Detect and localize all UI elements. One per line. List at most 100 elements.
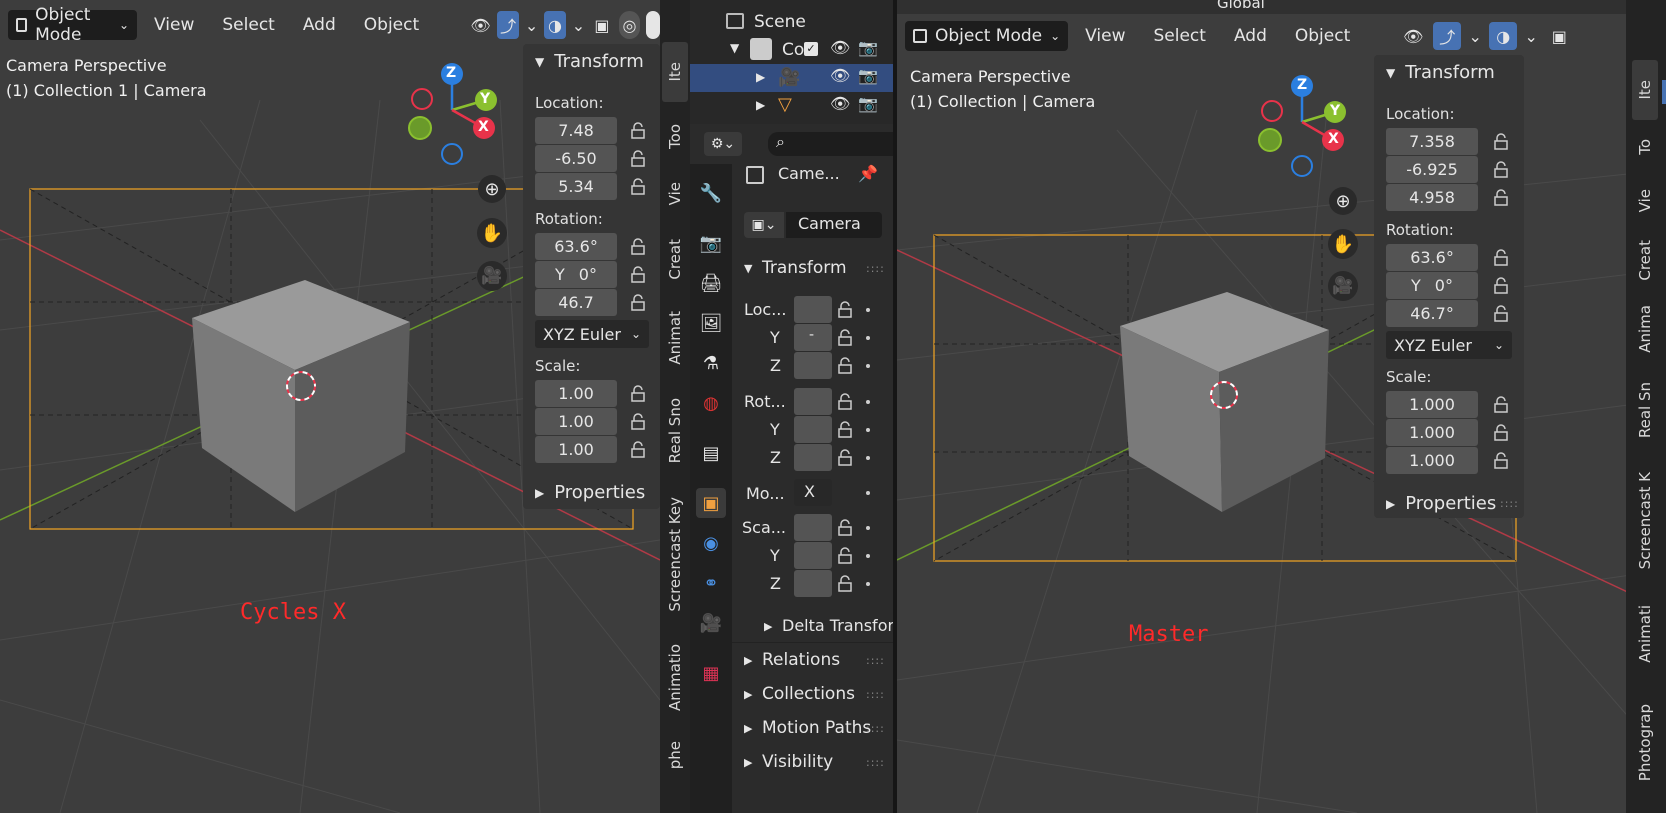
- outliner-collection-label[interactable]: Co: [782, 40, 804, 60]
- drag-handle-icon[interactable]: ::::: [866, 756, 885, 769]
- lock-icon[interactable]: [629, 122, 647, 140]
- editor-type-icon[interactable]: ⚙⌄: [704, 132, 742, 156]
- section-visibility[interactable]: Visibility: [762, 752, 833, 772]
- menu-object[interactable]: Object: [1284, 26, 1361, 46]
- lock-icon[interactable]: [1492, 305, 1510, 323]
- lock-icon[interactable]: [836, 449, 854, 467]
- pan-hand-icon[interactable]: ✋: [1328, 229, 1358, 259]
- outliner-scene-label[interactable]: Scene: [754, 12, 806, 32]
- rotation-mode-dropdown[interactable]: XYZ Euler ⌄: [535, 320, 649, 348]
- view-layer-tab-icon[interactable]: 🖼: [698, 310, 724, 336]
- tab-view[interactable]: Vie: [1632, 176, 1658, 226]
- scale-x-field[interactable]: 1.000: [1386, 391, 1478, 418]
- datablock-name-field[interactable]: Camera: [786, 212, 882, 238]
- constraints-tab-icon[interactable]: ⚭: [698, 570, 724, 596]
- visibility-eye-icon[interactable]: 👁: [470, 11, 492, 39]
- lock-icon[interactable]: [1492, 452, 1510, 470]
- location-y-field[interactable]: -6.925: [1386, 156, 1478, 183]
- render-camera-icon[interactable]: 📷: [858, 66, 878, 85]
- expand-arrow-icon[interactable]: ▼: [730, 41, 739, 55]
- scene-tab-icon[interactable]: ⚗: [698, 350, 724, 376]
- rotation-z-field[interactable]: 46.7: [535, 289, 617, 316]
- transform-panel-header[interactable]: ▼ Transform: [535, 51, 644, 72]
- lock-icon[interactable]: [629, 441, 647, 459]
- camera-view-icon[interactable]: 🎥: [1328, 271, 1358, 301]
- overlay-toggle-icon[interactable]: ◑: [544, 11, 566, 39]
- expand-arrow-icon[interactable]: ▶: [756, 98, 765, 112]
- menu-select[interactable]: Select: [211, 15, 285, 35]
- lock-icon[interactable]: [1492, 277, 1510, 295]
- lock-icon[interactable]: [629, 238, 647, 256]
- drag-handle-icon[interactable]: ::::: [866, 654, 885, 667]
- keyframe-dot-icon[interactable]: [866, 526, 870, 530]
- properties-panel-header[interactable]: ▶ Properties: [535, 482, 645, 503]
- tab-screencast-keys[interactable]: Screencast K: [1632, 456, 1658, 586]
- lock-icon[interactable]: [1492, 249, 1510, 267]
- section-relations[interactable]: Relations: [762, 650, 840, 670]
- menu-add[interactable]: Add: [292, 15, 347, 35]
- menu-object[interactable]: Object: [353, 15, 430, 35]
- scale-x-field[interactable]: [794, 514, 832, 541]
- lock-icon[interactable]: [629, 178, 647, 196]
- lock-icon[interactable]: [629, 150, 647, 168]
- tab-create[interactable]: Creat: [1632, 230, 1658, 290]
- expand-arrow-icon[interactable]: ▶: [756, 70, 765, 84]
- visibility-eye-icon[interactable]: 👁: [1399, 22, 1427, 50]
- tab-tool[interactable]: To: [1632, 122, 1658, 172]
- checkbox-icon[interactable]: ✓: [804, 42, 818, 56]
- eye-icon[interactable]: 👁: [830, 66, 850, 85]
- scale-z-field[interactable]: 1.000: [1386, 447, 1478, 474]
- scale-y-field[interactable]: [794, 542, 832, 569]
- pin-icon[interactable]: 📌: [858, 164, 878, 183]
- section-delta-transform[interactable]: Delta Transfor: [782, 616, 894, 635]
- datablock-browse-icon[interactable]: ▣⌄: [744, 212, 784, 238]
- eye-icon[interactable]: 👁: [830, 38, 850, 57]
- tab-view[interactable]: Vie: [662, 168, 688, 220]
- xray-toggle-icon[interactable]: ▣: [591, 11, 613, 39]
- menu-view[interactable]: View: [143, 15, 205, 35]
- rotation-z-field[interactable]: [794, 444, 832, 471]
- tab-animation[interactable]: Anima: [1632, 296, 1658, 362]
- render-camera-icon[interactable]: 📷: [858, 38, 878, 57]
- keyframe-dot-icon[interactable]: [866, 428, 870, 432]
- keyframe-dot-icon[interactable]: [866, 456, 870, 460]
- location-x-field[interactable]: 7.48: [535, 117, 617, 144]
- menu-select[interactable]: Select: [1143, 26, 1217, 46]
- lock-icon[interactable]: [1492, 133, 1510, 151]
- rotation-x-field[interactable]: 63.6°: [535, 233, 617, 260]
- rotation-y-field[interactable]: [794, 416, 832, 443]
- tab-animation-2[interactable]: Animati: [1632, 594, 1658, 674]
- eye-icon[interactable]: 👁: [830, 94, 850, 113]
- gizmo-toggle-icon[interactable]: ⤴: [1433, 22, 1462, 50]
- collection-tab-icon[interactable]: ▤: [698, 440, 724, 466]
- location-y-field[interactable]: -: [794, 324, 832, 351]
- rotation-y-field[interactable]: Y 0°: [1386, 272, 1478, 299]
- overlay-toggle-icon[interactable]: ◑: [1489, 22, 1518, 50]
- zoom-icon[interactable]: ⊕: [1329, 187, 1357, 215]
- object-mode-dropdown[interactable]: Object Mode ⌄: [8, 5, 138, 45]
- lock-icon[interactable]: [629, 385, 647, 403]
- lock-icon[interactable]: [629, 294, 647, 312]
- keyframe-dot-icon[interactable]: [866, 491, 870, 495]
- lock-icon[interactable]: [836, 519, 854, 537]
- lock-icon[interactable]: [836, 575, 854, 593]
- rotation-mode-dropdown[interactable]: X: [794, 479, 832, 506]
- object-tab-icon[interactable]: ▣: [696, 488, 726, 518]
- camera-view-icon[interactable]: 🎥: [477, 261, 507, 291]
- location-y-field[interactable]: -6.50: [535, 145, 617, 172]
- lock-icon[interactable]: [836, 421, 854, 439]
- keyframe-dot-icon[interactable]: [866, 400, 870, 404]
- lock-icon[interactable]: [836, 547, 854, 565]
- chevron-down-icon[interactable]: ⌄: [572, 11, 585, 39]
- tab-screencast-keys[interactable]: Screencast Key: [662, 484, 688, 624]
- tab-real-snow[interactable]: Real Sno: [662, 386, 688, 476]
- transform-panel-header[interactable]: ▼ Transform: [1386, 62, 1495, 83]
- transform-orientation-label[interactable]: Global: [1217, 0, 1265, 12]
- rotation-z-field[interactable]: 46.7°: [1386, 300, 1478, 327]
- properties-panel-header[interactable]: ▶ Properties: [1386, 493, 1496, 514]
- drag-handle-icon[interactable]: ::::: [866, 722, 885, 735]
- tab-item[interactable]: Ite: [662, 42, 688, 102]
- texture-tab-icon[interactable]: ▦: [698, 660, 724, 686]
- tab-photographer[interactable]: Photograp: [1632, 688, 1658, 798]
- rotation-x-field[interactable]: 63.6°: [1386, 244, 1478, 271]
